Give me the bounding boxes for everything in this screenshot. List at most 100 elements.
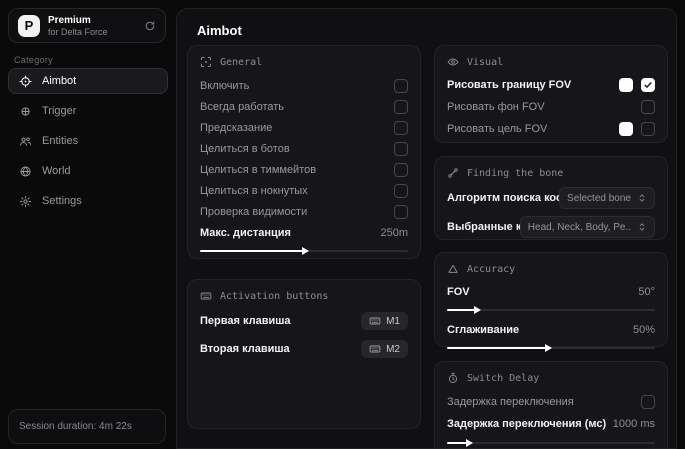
bone-rows: Алгоритм поиска кости Selected bone Выбран… — [447, 186, 655, 239]
premium-subtitle: for Delta Force — [48, 26, 108, 37]
sidebar-item-label: Entities — [42, 135, 79, 147]
sidebar-menu: Aimbot Trigger Entities World Settings — [8, 68, 168, 214]
slider-label-row: Сглаживание 50% — [447, 320, 655, 340]
checkbox[interactable] — [641, 395, 655, 409]
session-duration: Session duration: 4m 22s — [19, 421, 132, 432]
visual-row: Рисовать границу FOV — [447, 75, 655, 95]
globe-icon — [19, 165, 32, 178]
color-swatch[interactable] — [619, 122, 633, 136]
setting-label: Целиться в ботов — [200, 142, 290, 155]
premium-title: Premium — [48, 14, 91, 26]
premium-logo: P — [18, 14, 40, 37]
bone-row: Алгоритм поиска кости Selected bone — [447, 186, 655, 210]
sidebar-item-label: Trigger — [42, 105, 77, 117]
main-panel: Aimbot General Включить Всегда работать Пр… — [176, 8, 677, 449]
keybind-value: M2 — [386, 343, 400, 355]
setting-label: Всегда работать — [200, 100, 285, 113]
sidebar-item-trigger[interactable]: Trigger — [8, 98, 168, 124]
setting-row: Включить — [200, 75, 408, 96]
setting-row: Всегда работать — [200, 96, 408, 117]
scan-icon — [200, 56, 212, 68]
visual-row: Рисовать фон FOV — [447, 97, 655, 117]
setting-row: Целиться в нокнутых — [200, 180, 408, 201]
keybind-button[interactable]: M1 — [361, 312, 408, 330]
bone-label: Выбранные кости — [447, 221, 520, 233]
card-title-label: Accuracy — [467, 263, 516, 275]
general-rows: Включить Всегда работать Предсказание Целит… — [200, 75, 408, 222]
checkbox[interactable] — [394, 78, 408, 93]
bone-dropdown[interactable]: Head, Neck, Body, Pe.. — [519, 216, 655, 238]
slider-label: FOV — [447, 286, 470, 298]
premium-text: Premium for Delta Force — [48, 15, 108, 37]
slider-thumb[interactable] — [465, 439, 473, 447]
card-visual: Visual Рисовать границу FOV Рисовать фон … — [434, 45, 668, 143]
card-visual-title: Visual — [447, 56, 655, 68]
card-bone-title: Finding the bone — [447, 167, 655, 179]
checkbox[interactable] — [394, 99, 408, 114]
keyboard-icon — [200, 290, 212, 302]
color-swatch[interactable] — [619, 78, 633, 92]
keybind-button[interactable]: M2 — [361, 340, 408, 358]
dropdown-value: Head, Neck, Body, Pe.. — [527, 221, 631, 233]
refresh-icon[interactable] — [144, 20, 156, 32]
checkbox[interactable] — [641, 100, 655, 114]
session-box: Session duration: 4m 22s — [8, 409, 166, 444]
delay-slider[interactable] — [447, 439, 655, 447]
card-accuracy-title: Accuracy — [447, 263, 655, 275]
checkbox[interactable] — [641, 122, 655, 136]
accuracy-slider[interactable] — [447, 344, 655, 352]
setting-row: Целиться в ботов — [200, 138, 408, 159]
keyboard-icon — [369, 343, 381, 355]
card-activation: Activation buttons Первая клавиша M1 Втора… — [187, 279, 421, 429]
distance-slider[interactable] — [200, 247, 408, 255]
visual-rows: Рисовать границу FOV Рисовать фон FOV Рисо… — [447, 75, 655, 139]
slider-value: 50% — [632, 324, 655, 336]
card-title-label: Finding the bone — [467, 167, 564, 179]
accuracy-slider[interactable] — [447, 306, 655, 314]
slider-fill — [200, 250, 304, 252]
card-general: General Включить Всегда работать Предсказа… — [187, 45, 421, 259]
stopwatch-icon — [447, 372, 459, 384]
slider-label-row: FOV 50° — [447, 282, 655, 302]
slider-thumb[interactable] — [302, 247, 309, 255]
activation-rows: Первая клавиша M1 Вторая клавиша M2 — [200, 309, 408, 361]
bone-row: Выбранные кости Head, Neck, Body, Pe.. — [447, 215, 655, 239]
setting-row: Предсказание — [200, 117, 408, 138]
card-title-label: Visual — [467, 56, 504, 68]
card-general-title: General — [200, 56, 408, 68]
keybind-row: Первая клавиша M1 — [200, 309, 408, 333]
sidebar-item-entities[interactable]: Entities — [8, 128, 168, 154]
card-title-label: Switch Delay — [467, 372, 540, 384]
keybind-value: M1 — [386, 315, 400, 327]
checkbox[interactable] — [394, 120, 408, 135]
gear-icon — [19, 195, 32, 208]
unfold-icon — [637, 222, 647, 232]
bone-dropdown[interactable]: Selected bone — [559, 187, 655, 209]
setting-row: Целиться в тиммейтов — [200, 159, 408, 180]
crosshair-icon — [19, 74, 32, 88]
keybind-label: Первая клавиша — [200, 315, 291, 327]
slider-thumb[interactable] — [544, 344, 552, 352]
card-accuracy: Accuracy FOV 50° Сглаживание 50% — [434, 252, 668, 352]
visual-label: Рисовать границу FOV — [447, 79, 572, 91]
sidebar-item-label: World — [42, 165, 71, 177]
switch-slider-row: Задержка переключения (мс) 1000 ms — [447, 413, 655, 435]
sidebar-item-aimbot[interactable]: Aimbot — [8, 68, 168, 94]
checkbox[interactable] — [394, 162, 408, 177]
slider-thumb[interactable] — [474, 306, 482, 314]
setting-label: Предсказание — [200, 121, 273, 134]
sidebar-item-settings[interactable]: Settings — [8, 188, 168, 214]
trigger-icon — [19, 105, 32, 118]
distance-value: 250m — [380, 226, 408, 239]
checkbox[interactable] — [641, 78, 655, 92]
bone-label: Алгоритм поиска кости — [447, 192, 559, 204]
switch-slider-label: Задержка переключения (мс) — [447, 418, 607, 430]
checkbox[interactable] — [394, 183, 408, 198]
sidebar-item-label: Settings — [42, 195, 82, 207]
switch-checkbox-label: Задержка переключения — [447, 396, 574, 408]
checkbox[interactable] — [394, 204, 408, 219]
setting-label: Целиться в тиммейтов — [200, 163, 317, 176]
checkbox[interactable] — [394, 141, 408, 156]
distance-label: Макс. дистанция — [200, 226, 291, 239]
sidebar-item-world[interactable]: World — [8, 158, 168, 184]
